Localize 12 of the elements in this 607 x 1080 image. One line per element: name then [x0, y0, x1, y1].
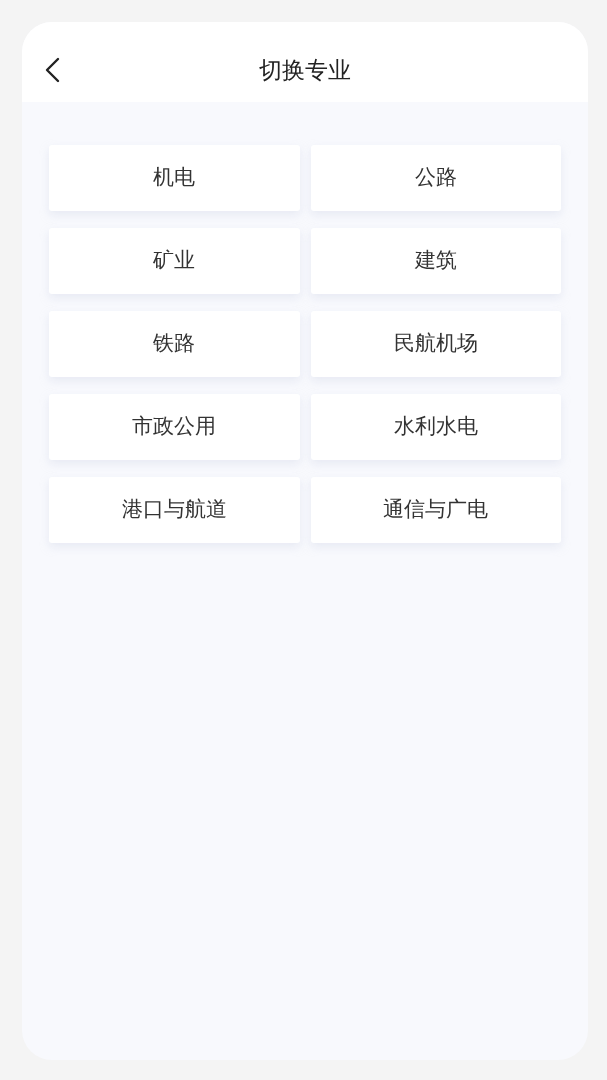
major-option[interactable]: 市政公用: [49, 394, 300, 460]
major-option[interactable]: 建筑: [310, 228, 561, 294]
major-option[interactable]: 机电: [49, 145, 300, 211]
major-option[interactable]: 铁路: [49, 311, 300, 377]
major-option[interactable]: 公路: [310, 145, 561, 211]
back-icon[interactable]: [44, 57, 60, 83]
major-option[interactable]: 水利水电: [310, 394, 561, 460]
page-title: 切换专业: [259, 55, 351, 85]
major-option[interactable]: 港口与航道: [49, 477, 300, 543]
major-option[interactable]: 矿业: [49, 228, 300, 294]
major-option[interactable]: 民航机场: [310, 311, 561, 377]
major-option[interactable]: 通信与广电: [310, 477, 561, 543]
